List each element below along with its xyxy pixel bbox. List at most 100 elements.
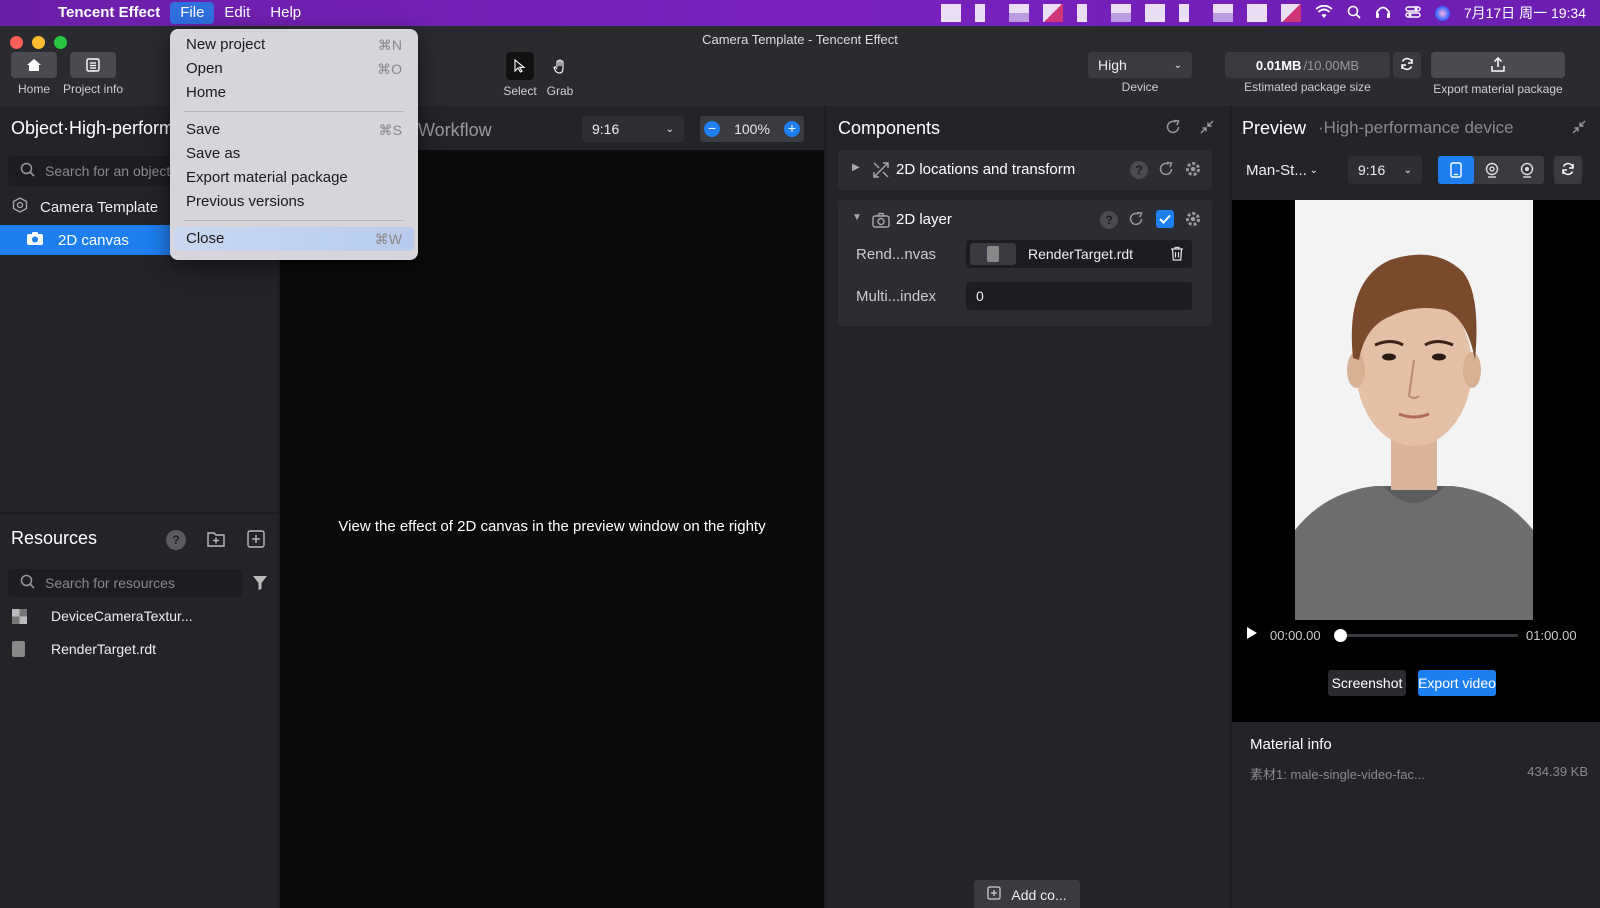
menu-item-export-package[interactable]: Export material package	[170, 166, 418, 190]
help-icon[interactable]: ?	[1130, 161, 1148, 179]
collapse-panel-button[interactable]	[1196, 117, 1218, 139]
camera-outline-icon	[872, 212, 890, 231]
spotlight-search-icon[interactable]	[1347, 5, 1361, 22]
status-app-icon[interactable]	[1144, 4, 1165, 22]
siri-icon[interactable]	[1434, 5, 1450, 21]
add-resource-button[interactable]	[246, 529, 266, 552]
model-value: Man-St...	[1246, 161, 1307, 179]
filter-button[interactable]	[252, 575, 268, 594]
component-2d-locations[interactable]: ▶ 2D locations and transform ?	[838, 150, 1212, 190]
refresh-preview-button[interactable]	[1554, 156, 1582, 184]
preview-ratio-select[interactable]: 9:16 ⌄	[1348, 156, 1422, 184]
device-select[interactable]: High ⌄	[1088, 52, 1192, 78]
expand-arrow-icon[interactable]: ▶	[852, 162, 860, 173]
chevron-down-icon: ⌄	[1173, 59, 1182, 71]
timeline-slider[interactable]	[1334, 629, 1518, 642]
search-icon	[20, 574, 35, 592]
render-target-field[interactable]: RenderTarget.rdt	[966, 240, 1192, 268]
status-app-icon[interactable]	[1178, 4, 1199, 22]
zoom-out-button[interactable]: −	[704, 121, 720, 137]
menu-item-open[interactable]: Open ⌘O	[170, 57, 418, 81]
status-app-icon[interactable]	[974, 4, 995, 22]
enabled-checkbox[interactable]	[1156, 210, 1174, 228]
time-end: 01:00.00	[1526, 628, 1577, 643]
menu-item-home[interactable]: Home	[170, 81, 418, 105]
resource-item[interactable]: RenderTarget.rdt	[12, 641, 156, 657]
collapse-arrow-icon[interactable]: ▼	[852, 212, 862, 223]
model-select[interactable]: Man-St... ⌄	[1236, 156, 1328, 184]
app-menu[interactable]: Tencent Effect	[58, 0, 170, 26]
menu-item-label: Save	[186, 121, 221, 138]
clock[interactable]: 7月17日 周一 19:34	[1464, 3, 1586, 23]
trash-icon[interactable]	[1170, 246, 1184, 264]
reset-components-button[interactable]	[1162, 117, 1184, 139]
time-start: 00:00.00	[1270, 628, 1321, 643]
search-icon	[20, 162, 35, 180]
menu-item-previous-versions[interactable]: Previous versions	[170, 190, 418, 214]
screenshot-button[interactable]: Screenshot	[1328, 670, 1406, 696]
new-folder-button[interactable]	[206, 529, 226, 552]
status-app-icon[interactable]	[1042, 4, 1063, 22]
play-icon[interactable]	[1246, 626, 1258, 643]
preview-viewport[interactable]: 00:00.00 01:00.00 Screenshot Export vide…	[1232, 200, 1600, 722]
status-app-icon[interactable]	[1246, 4, 1267, 22]
components-panel: Components ▶ 2D locations and transform …	[826, 106, 1230, 908]
headphones-icon[interactable]	[1375, 5, 1391, 22]
refresh-icon	[1400, 57, 1414, 74]
object-panel-title: Object·High-perform	[11, 118, 175, 138]
edit-menu[interactable]: Edit	[214, 0, 260, 26]
menu-item-close[interactable]: Close ⌘W	[174, 227, 414, 251]
status-app-icon[interactable]	[1280, 4, 1301, 22]
resource-search-input[interactable]: Search for resources	[8, 569, 242, 597]
zoom-in-button[interactable]: +	[784, 121, 800, 137]
grab-tool-button[interactable]: Grab	[540, 52, 580, 98]
menu-item-save[interactable]: Save ⌘S	[170, 118, 418, 142]
multi-index-input[interactable]: 0	[966, 282, 1192, 310]
camera-preview-icon[interactable]	[1474, 156, 1509, 184]
help-menu[interactable]: Help	[260, 0, 311, 26]
webcam-icon[interactable]	[1509, 156, 1544, 184]
gear-icon[interactable]	[1184, 210, 1202, 231]
component-label: 2D layer	[896, 211, 952, 228]
new-folder-icon	[206, 532, 226, 552]
render-target-thumb	[970, 243, 1016, 265]
select-tool-button[interactable]: Select	[500, 52, 540, 98]
workflow-title: Workflow	[418, 120, 492, 140]
file-menu[interactable]: File	[170, 2, 215, 24]
reset-icon[interactable]	[1158, 161, 1174, 180]
export-icon	[1431, 52, 1565, 78]
add-component-button[interactable]: Add co...	[974, 880, 1080, 908]
material-size: 434.39 KB	[1527, 764, 1588, 779]
help-button[interactable]: ?	[166, 530, 186, 550]
status-app-icon[interactable]	[1110, 4, 1131, 22]
package-size-value: 0.01MB	[1255, 57, 1302, 73]
preview-subtitle: ·High-performance device	[1318, 118, 1514, 137]
render-canvas-label: Rend...nvas	[856, 246, 937, 263]
gear-icon[interactable]	[1184, 160, 1202, 181]
home-button[interactable]: Home	[10, 52, 58, 96]
chevron-down-icon: ⌄	[1309, 164, 1318, 176]
workflow-canvas[interactable]: View the effect of 2D canvas in the prev…	[280, 150, 824, 908]
man-portrait-illustration	[1295, 200, 1533, 620]
status-app-icon[interactable]	[940, 4, 961, 22]
status-app-icon[interactable]	[1076, 4, 1097, 22]
refresh-size-button[interactable]	[1393, 52, 1421, 78]
control-center-icon[interactable]	[1405, 5, 1421, 22]
status-app-icon[interactable]	[1212, 4, 1233, 22]
collapse-panel-button[interactable]	[1568, 117, 1590, 139]
status-app-icon[interactable]	[1008, 4, 1029, 22]
reset-icon[interactable]	[1128, 211, 1144, 230]
aspect-ratio-select[interactable]: 9:16 ⌄	[582, 116, 684, 142]
help-icon[interactable]: ?	[1100, 211, 1118, 229]
phone-icon[interactable]	[1438, 156, 1474, 184]
resource-item-label: DeviceCameraTextur...	[51, 608, 193, 624]
timeline-thumb[interactable]	[1334, 629, 1347, 642]
export-package-button[interactable]: Export material package	[1428, 52, 1568, 96]
menu-item-label: Home	[186, 84, 227, 101]
export-video-button[interactable]: Export video	[1418, 670, 1496, 696]
menu-item-new-project[interactable]: New project ⌘N	[170, 33, 418, 57]
project-info-button[interactable]: Project info	[60, 52, 126, 96]
resource-item[interactable]: DeviceCameraTextur...	[12, 608, 193, 624]
wifi-icon[interactable]	[1315, 4, 1333, 22]
menu-item-save-as[interactable]: Save as	[170, 142, 418, 166]
